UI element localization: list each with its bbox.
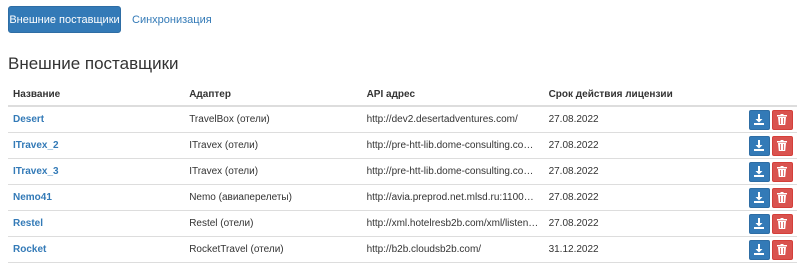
table-row: ITravex_2 ITravex (отели) http://pre-htt-l… (8, 132, 797, 159)
table-row: ITravex_3 ITravex (отели) http://pre-htt-l… (8, 158, 797, 185)
table-row: Rocket RocketTravel (отели) http://b2b.clo… (8, 236, 797, 263)
column-header-api: API адрес (361, 83, 544, 107)
actions-cell (728, 106, 797, 133)
supplier-name-link[interactable]: ITravex_2 (13, 140, 59, 151)
download-button[interactable] (749, 213, 770, 234)
tab-bar: Внешние поставщики Синхронизация (8, 6, 212, 33)
column-header-actions (728, 83, 797, 107)
delete-button[interactable] (772, 109, 793, 130)
table-row: Nemo41 Nemo (авиаперелеты) http://avia.pre… (8, 184, 797, 211)
actions-cell (728, 158, 797, 185)
tab-external-suppliers[interactable]: Внешние поставщики (8, 6, 121, 33)
supplier-name-cell: Rocket (8, 236, 185, 263)
supplier-name-link[interactable]: Nemo41 (13, 192, 52, 203)
actions-cell (728, 210, 797, 237)
supplier-name-link[interactable]: Restel (13, 218, 43, 229)
adapter-cell: ITravex (отели) (184, 158, 362, 185)
supplier-name-cell: ITravex_2 (8, 132, 185, 159)
download-button[interactable] (749, 109, 770, 130)
download-button[interactable] (749, 239, 770, 260)
supplier-name-cell: Nemo41 (8, 184, 185, 211)
delete-button[interactable] (772, 239, 793, 260)
adapter-cell: Nemo (авиаперелеты) (184, 184, 362, 211)
supplier-name-cell: ITravex_3 (8, 158, 185, 185)
tab-synchronization[interactable]: Синхронизация (132, 6, 212, 33)
adapter-cell: TravelBox (отели) (184, 106, 362, 133)
api-url-cell: http://xml.hotelresb2b.com/xml/listen_x.… (361, 210, 544, 237)
license-expiry-cell: 27.08.2022 (543, 158, 729, 185)
supplier-name-cell: Restel (8, 210, 185, 237)
api-url-cell: http://pre-htt-lib.dome-consulting.com/L… (361, 158, 544, 185)
api-url-cell: http://b2b.cloudsb2b.com/ (361, 236, 544, 263)
supplier-name-cell: Desert (8, 106, 185, 133)
license-expiry-cell: 27.08.2022 (543, 184, 729, 211)
supplier-name-link[interactable]: Rocket (13, 244, 46, 255)
api-url-cell: http://pre-htt-lib.dome-consulting.com/L… (361, 132, 544, 159)
adapter-cell: RocketTravel (отели) (184, 236, 362, 263)
suppliers-table: Название Адаптер API адрес Срок действия… (8, 83, 797, 263)
adapter-cell: Restel (отели) (184, 210, 362, 237)
page-title: Внешние поставщики (8, 54, 179, 73)
actions-cell (728, 132, 797, 159)
delete-button[interactable] (772, 161, 793, 182)
table-row: Desert TravelBox (отели) http://dev2.deser… (8, 106, 797, 133)
api-url-cell: http://avia.preprod.net.mlsd.ru:11000/A.… (361, 184, 544, 211)
actions-cell (728, 236, 797, 263)
delete-button[interactable] (772, 213, 793, 234)
supplier-name-link[interactable]: ITravex_3 (13, 166, 59, 177)
download-button[interactable] (749, 135, 770, 156)
license-expiry-cell: 27.08.2022 (543, 210, 729, 237)
license-expiry-cell: 27.08.2022 (543, 106, 729, 133)
table-header-row: Название Адаптер API адрес Срок действия… (8, 83, 797, 107)
table-row: Restel Restel (отели) http://xml.hotelresb… (8, 210, 797, 237)
column-header-adapter: Адаптер (184, 83, 362, 107)
license-expiry-cell: 27.08.2022 (543, 132, 729, 159)
actions-cell (728, 184, 797, 211)
download-button[interactable] (749, 161, 770, 182)
delete-button[interactable] (772, 187, 793, 208)
delete-button[interactable] (772, 135, 793, 156)
api-url-cell: http://dev2.desertadventures.com/ (361, 106, 544, 133)
license-expiry-cell: 31.12.2022 (543, 236, 729, 263)
column-header-name: Название (8, 83, 185, 107)
column-header-license: Срок действия лицензии (543, 83, 729, 107)
supplier-name-link[interactable]: Desert (13, 114, 44, 125)
adapter-cell: ITravex (отели) (184, 132, 362, 159)
download-button[interactable] (749, 187, 770, 208)
